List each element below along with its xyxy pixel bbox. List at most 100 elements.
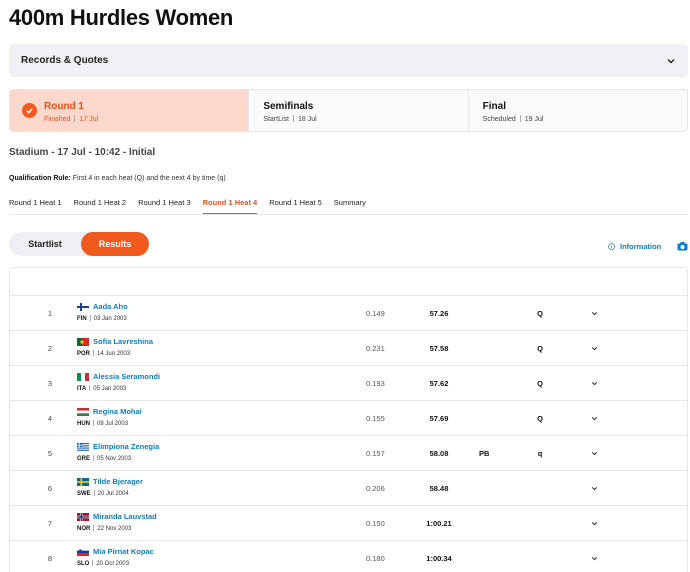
date-of-birth: 08 Jul 2003 [97,421,129,427]
reaction-time: 0.157 [366,449,385,458]
qualification-label: Qualification Rule: [9,175,71,182]
athlete-meta: POR 14 Jun 2003 [77,350,130,357]
flag-icon [77,548,89,556]
startlist-button[interactable]: Startlist [9,232,81,256]
result-time: 58.48 [429,484,449,493]
round-status: Finished [44,116,71,123]
result-row[interactable]: 6 Tilde Bjerager SWE 20 Jul 2004 0.206 58.48 [10,470,687,505]
athlete-name-link[interactable]: Regina Mohai [93,407,142,416]
athlete-meta: HUN 08 Jul 2003 [77,420,128,427]
athlete-name-link[interactable]: Alessia Seramondi [93,372,160,381]
result-row[interactable]: 5 Elimpiona Zenegia GRE 05 Nov 2003 0.157 58.… [10,435,687,470]
country-code: POR [77,351,91,357]
results-button[interactable]: Results [81,232,149,256]
rank: 1 [47,309,53,318]
result-row[interactable]: 8 Mia Pirnat Kopac SLO 20 Oct 2003 0.180 1:00… [10,540,687,572]
information-label: Information [620,242,662,251]
tab-heat-2[interactable]: Round 1 Heat 2 [74,197,127,215]
tab-heat-5[interactable]: Round 1 Heat 5 [269,197,322,215]
result-row[interactable]: 3 Alessia Seramondi ITA 05 Jan 2003 0.193 57.… [10,365,687,400]
chevron-down-icon[interactable] [590,449,599,458]
flag-icon [77,443,89,451]
qualification-mark: Q [537,414,543,423]
flag-icon [77,513,89,521]
flag-icon [77,478,89,486]
chevron-down-icon[interactable] [590,379,599,388]
rank: 3 [47,379,53,388]
reaction-time: 0.206 [366,484,385,493]
date-of-birth: 14 Jun 2003 [97,351,131,357]
records-quotes-accordion[interactable]: Records & Quotes [9,44,688,77]
result-time: 1:00.34 [426,554,452,563]
country-code: GRE [77,456,91,462]
country-code: FIN [77,316,87,322]
chevron-down-icon[interactable] [590,519,599,528]
result-time: 1:00.21 [426,519,452,528]
heat-tabs: Round 1 Heat 1 Round 1 Heat 2 Round 1 He… [9,197,366,215]
chevron-down-icon[interactable] [590,309,599,318]
athlete-name-link[interactable]: Miranda Lauvstad [93,512,157,521]
session-info: Stadium - 17 Jul - 10:42 - Initial [9,147,156,158]
round-tab-final[interactable]: Final Scheduled 19 Jul [468,90,687,131]
result-row[interactable]: 1 Aada Aho FIN 03 Jan 2003 0.149 57.26 Q [10,295,687,330]
athlete-meta: ITA 05 Jan 2003 [77,385,126,392]
date-of-birth: 20 Oct 2003 [96,561,130,567]
chevron-down-icon[interactable] [590,554,599,563]
camera-icon[interactable] [677,241,688,251]
date-of-birth: 22 Nov 2003 [97,526,132,532]
chevron-down-icon[interactable] [666,56,676,66]
country-code: HUN [77,421,90,427]
chevron-down-icon[interactable] [590,414,599,423]
chevron-down-icon[interactable] [590,344,599,353]
athlete-name-link[interactable]: Tilde Bjerager [93,477,143,486]
athlete-meta: FIN 03 Jan 2003 [77,315,127,322]
results-table: 1 Aada Aho FIN 03 Jan 2003 0.149 57.26 Q 2 Sofia… [9,267,688,572]
rank: 8 [47,554,53,563]
chevron-down-icon[interactable] [590,484,599,493]
country-code: NOR [77,526,91,532]
result-time: 57.69 [429,414,449,423]
tab-summary[interactable]: Summary [334,197,366,215]
date-of-birth: 20 Jul 2004 [97,491,129,497]
record-note: PB [479,449,490,458]
qualification-rule: Qualification Rule: First 4 in each heat… [9,175,226,182]
country-code: SLO [77,561,90,567]
tab-heat-1[interactable]: Round 1 Heat 1 [9,197,62,215]
athlete-name-link[interactable]: Mia Pirnat Kopac [93,547,154,556]
page-title: 400m Hurdles Women [9,5,234,30]
rank: 7 [47,519,53,528]
reaction-time: 0.180 [366,554,385,563]
result-row[interactable]: 2 Sofia Lavreshina POR 14 Jun 2003 0.231 57.5… [10,330,687,365]
athlete-meta: SWE 20 Jul 2004 [77,490,129,497]
athlete-name-link[interactable]: Sofia Lavreshina [93,337,153,346]
flag-icon [77,338,89,346]
round-date: 18 Jul [298,116,317,123]
tab-heat-4[interactable]: Round 1 Heat 4 [202,197,257,215]
round-tab-round-1[interactable]: Round 1 Finished 17 Jul [10,90,250,131]
result-time: 57.62 [429,379,449,388]
athlete-meta: SLO 20 Oct 2003 [77,560,129,567]
qualification-mark: Q [537,379,543,388]
round-date: 19 Jul [524,116,544,123]
rank: 6 [47,484,53,493]
flag-icon [77,373,89,381]
round-selector: Round 1 Finished 17 Jul Semifinals StartL… [9,89,688,132]
date-of-birth: 05 Nov 2003 [97,456,132,462]
athlete-name-link[interactable]: Elimpiona Zenegia [93,442,159,451]
flag-icon [77,303,89,311]
athlete-meta: GRE 05 Nov 2003 [77,455,131,462]
result-row[interactable]: 4 Regina Mohai HUN 08 Jul 2003 0.155 57.69 Q [10,400,687,435]
country-code: SWE [77,491,91,497]
result-row[interactable]: 7 Miranda Lauvstad NOR 22 Nov 2003 0.150 1:00… [10,505,687,540]
round-name: Semifinals [263,101,314,112]
athlete-meta: NOR 22 Nov 2003 [77,525,131,532]
athlete-name-link[interactable]: Aada Aho [93,302,128,311]
round-name: Final [482,101,506,112]
qualification-mark: Q [537,344,543,353]
information-link[interactable]: Information [608,242,661,251]
qualification-mark: q [537,449,543,458]
tab-heat-3[interactable]: Round 1 Heat 3 [138,197,191,215]
result-time: 57.26 [429,309,449,318]
round-tab-semifinals[interactable]: Semifinals StartList 18 Jul [249,90,469,131]
reaction-time: 0.155 [366,414,385,423]
